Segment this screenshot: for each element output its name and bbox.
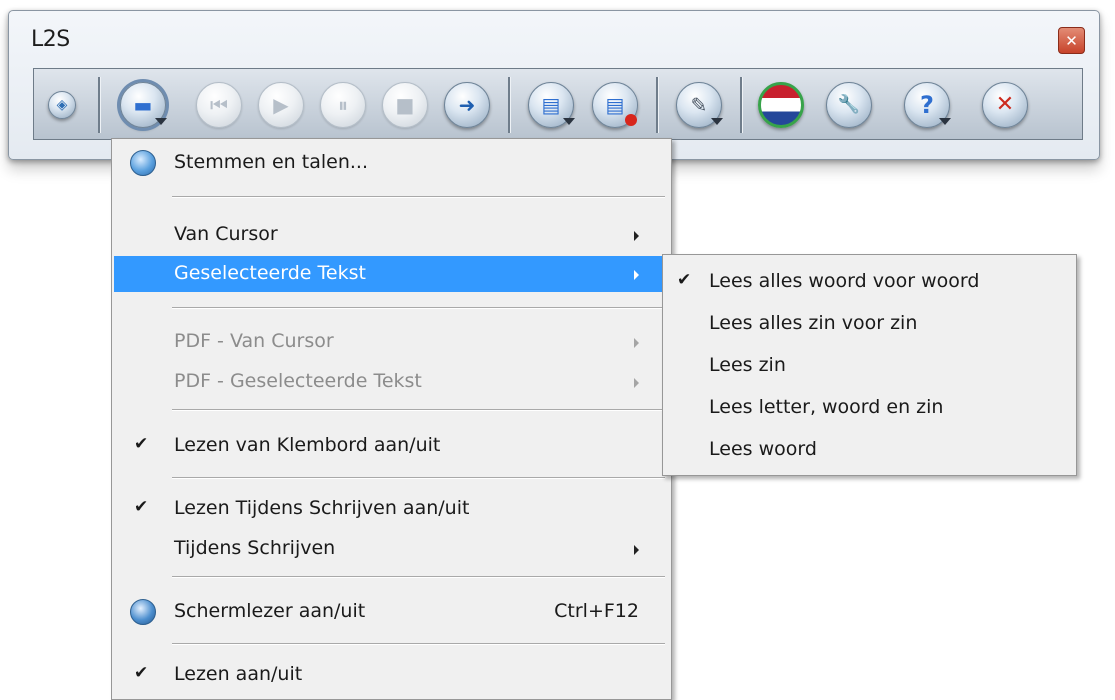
document-power-button[interactable]: ▤	[590, 80, 640, 130]
menu-item-pdf-from-cursor[interactable]: PDF - Van Cursor	[114, 324, 669, 360]
screen-reader-icon	[130, 599, 156, 625]
chevron-down-icon	[711, 118, 723, 125]
menu-item-label: Stemmen en talen...	[174, 151, 368, 173]
menu-separator	[172, 196, 665, 198]
document-button[interactable]: ▤	[526, 80, 576, 130]
pause-button[interactable]: ⏸	[318, 80, 368, 130]
exit-button[interactable]: ✕	[980, 80, 1030, 130]
chevron-down-icon	[563, 118, 575, 125]
menu-item-label: Lezen Tijdens Schrijven aan/uit	[174, 497, 470, 519]
menu-item-reading-toggle[interactable]: ✔ Lezen aan/uit	[114, 657, 669, 693]
submenu-arrow-icon	[634, 338, 639, 348]
speech-menu-button[interactable]: ▬	[118, 80, 168, 130]
menu-item-label: PDF - Geselecteerde Tekst	[174, 370, 422, 392]
submenu-item-label: Lees woord	[709, 438, 817, 460]
menu-item-screen-reader-toggle[interactable]: Schermlezer aan/uit Ctrl+F12	[114, 594, 669, 630]
chevron-down-icon	[939, 118, 951, 125]
submenu-item-read-sentence[interactable]: Lees zin	[665, 347, 1074, 385]
menu-separator	[172, 409, 665, 411]
menu-item-label: Lezen van Klembord aan/uit	[174, 434, 441, 456]
close-icon: ✕	[995, 92, 1015, 117]
menu-item-label: PDF - Van Cursor	[174, 330, 334, 352]
stop-button[interactable]: ■	[380, 80, 430, 130]
menu-item-label: Tijdens Schrijven	[174, 537, 336, 559]
wrench-icon: 🔧	[837, 94, 861, 115]
language-flag-button[interactable]: ≡	[756, 80, 806, 130]
question-icon: ?	[920, 91, 934, 119]
toolbar-separator	[508, 77, 511, 133]
menu-item-label: Van Cursor	[174, 223, 278, 245]
menu-item-while-writing[interactable]: Tijdens Schrijven	[114, 531, 669, 567]
submenu-item-label: Lees alles zin voor zin	[709, 312, 918, 334]
power-icon	[625, 114, 637, 126]
menu-separator	[172, 477, 665, 479]
submenu-item-label: Lees alles woord voor woord	[709, 270, 980, 292]
pen-icon: ✎	[690, 93, 708, 117]
toolbar-separator	[656, 77, 659, 133]
selected-text-submenu: ✔ Lees alles woord voor woord Lees alles…	[662, 254, 1077, 476]
arrow-right-icon: ➜	[458, 93, 476, 117]
checkmark-icon: ✔	[134, 497, 149, 517]
submenu-item-label: Lees zin	[709, 354, 786, 376]
shortcut-label: Ctrl+F12	[554, 600, 639, 622]
submenu-arrow-icon	[634, 231, 639, 241]
submenu-item-read-word[interactable]: Lees woord	[665, 431, 1074, 469]
menu-item-pdf-selected-text[interactable]: PDF - Geselecteerde Tekst	[114, 364, 669, 400]
submenu-item-sentence-by-sentence[interactable]: Lees alles zin voor zin	[665, 305, 1074, 343]
document-icon: ▤	[541, 93, 561, 117]
submenu-arrow-icon	[634, 545, 639, 555]
help-button[interactable]: ?	[902, 80, 952, 130]
menu-separator	[172, 643, 665, 645]
submenu-arrow-icon	[634, 270, 639, 280]
document-power-icon: ▤	[605, 93, 625, 117]
menu-item-from-cursor[interactable]: Van Cursor	[114, 217, 669, 253]
next-button[interactable]: ➜	[442, 80, 492, 130]
menu-item-label: Geselecteerde Tekst	[174, 262, 366, 284]
submenu-arrow-icon	[634, 378, 639, 388]
submenu-item-word-by-word[interactable]: ✔ Lees alles woord voor woord	[665, 263, 1074, 301]
play-icon: ▶	[273, 93, 289, 117]
menu-separator	[172, 576, 665, 578]
pause-icon: ⏸	[338, 93, 348, 117]
skip-back-icon: ⏮	[210, 93, 228, 117]
app-icon[interactable]: ◈	[47, 90, 77, 120]
menu-item-label: Schermlezer aan/uit	[174, 600, 366, 622]
stop-icon: ■	[395, 93, 415, 117]
submenu-item-label: Lees letter, woord en zin	[709, 396, 944, 418]
toolbar-separator	[98, 77, 101, 133]
chevron-down-icon	[155, 118, 167, 125]
previous-button[interactable]: ⏮	[194, 80, 244, 130]
voice-icon	[130, 150, 156, 176]
menu-item-clipboard-toggle[interactable]: ✔ Lezen van Klembord aan/uit	[114, 428, 669, 464]
toolbar-separator	[740, 77, 743, 133]
menu-item-read-while-writing-toggle[interactable]: ✔ Lezen Tijdens Schrijven aan/uit	[114, 491, 669, 527]
settings-button[interactable]: 🔧	[824, 80, 874, 130]
play-button[interactable]: ▶	[256, 80, 306, 130]
submenu-item-letter-word-sentence[interactable]: Lees letter, woord en zin	[665, 389, 1074, 427]
menu-item-label: Lezen aan/uit	[174, 663, 303, 685]
toolbar: ◈ ▬ ⏮ ▶ ⏸ ■ ➜ ▤ ▤ ✎ 🔧 ? ✕	[33, 68, 1083, 140]
checkmark-icon: ✔	[134, 434, 149, 454]
checkmark-icon: ✔	[134, 663, 149, 683]
menu-separator	[172, 307, 665, 309]
window-title: L2S	[31, 27, 70, 52]
app-globe-icon: ◈	[56, 97, 68, 113]
menu-item-selected-text[interactable]: Geselecteerde Tekst	[114, 256, 669, 292]
checkmark-icon: ✔	[677, 270, 692, 290]
tools-button[interactable]: ✎	[674, 80, 724, 130]
speech-bubble-icon: ▬	[133, 93, 153, 117]
speech-dropdown-menu: Stemmen en talen... Van Cursor Geselecte…	[111, 138, 672, 700]
window-close-button[interactable]: ✕	[1058, 27, 1085, 54]
menu-item-voices-languages[interactable]: Stemmen en talen...	[114, 145, 669, 181]
